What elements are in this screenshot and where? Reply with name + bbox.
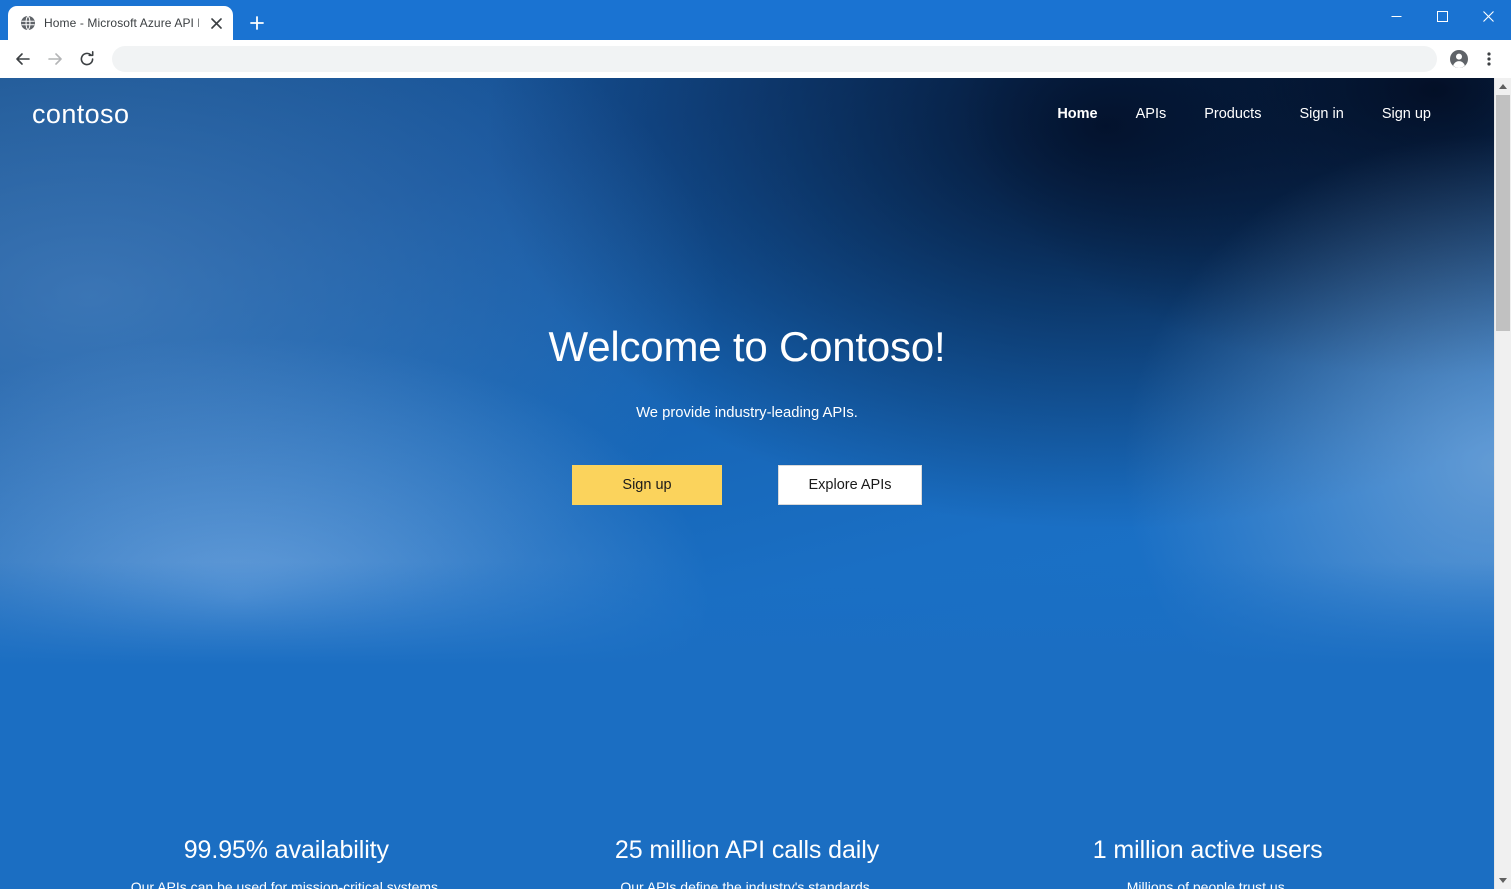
stat-description: Millions of people trust us. xyxy=(1126,879,1289,889)
explore-apis-button[interactable]: Explore APIs xyxy=(778,465,922,506)
contoso-developer-portal: contoso Home APIs Products Sign in Sign … xyxy=(0,78,1494,889)
minimize-button[interactable] xyxy=(1373,0,1419,32)
site-navigation: Home APIs Products Sign in Sign up xyxy=(1038,98,1462,130)
stat-item: 99.95% availability Our APIs can be used… xyxy=(56,836,517,889)
close-icon[interactable] xyxy=(207,14,225,32)
browser-toolbar xyxy=(0,40,1511,78)
nav-link-sign-up[interactable]: Sign up xyxy=(1363,98,1450,130)
stat-description: Our APIs can be used for mission-critica… xyxy=(130,879,442,889)
new-tab-button[interactable] xyxy=(243,9,271,37)
three-dot-menu-icon[interactable] xyxy=(1475,45,1503,73)
scroll-down-icon[interactable] xyxy=(1495,872,1511,889)
nav-link-sign-in[interactable]: Sign in xyxy=(1280,98,1362,130)
page-viewport: contoso Home APIs Products Sign in Sign … xyxy=(0,78,1511,889)
forward-arrow-icon[interactable] xyxy=(40,44,70,74)
vertical-scrollbar[interactable] xyxy=(1494,78,1511,889)
nav-link-home[interactable]: Home xyxy=(1038,98,1116,130)
sign-up-button[interactable]: Sign up xyxy=(572,465,722,506)
tab-strip: Home - Microsoft Azure API Man xyxy=(0,0,1511,40)
hero-title: Welcome to Contoso! xyxy=(548,323,946,370)
stat-title: 25 million API calls daily xyxy=(614,836,880,864)
nav-link-apis[interactable]: APIs xyxy=(1117,98,1186,130)
stat-title: 99.95% availability xyxy=(183,836,389,864)
address-bar[interactable] xyxy=(112,45,1437,72)
site-header: contoso Home APIs Products Sign in Sign … xyxy=(0,78,1494,150)
tab-title: Home - Microsoft Azure API Man xyxy=(44,16,199,30)
hero-subtitle: We provide industry-leading APIs. xyxy=(636,405,858,422)
nav-link-products[interactable]: Products xyxy=(1185,98,1280,130)
window-controls xyxy=(1373,0,1511,40)
stat-item: 1 million active users Millions of peopl… xyxy=(977,836,1438,889)
globe-icon xyxy=(20,15,36,31)
browser-tab[interactable]: Home - Microsoft Azure API Man xyxy=(8,6,233,40)
browser-window: Home - Microsoft Azure API Man xyxy=(0,0,1511,889)
stats-section: 99.95% availability Our APIs can be used… xyxy=(0,836,1494,889)
stat-item: 25 million API calls daily Our APIs defi… xyxy=(517,836,978,889)
close-button[interactable] xyxy=(1465,0,1511,32)
maximize-button[interactable] xyxy=(1419,0,1465,32)
reload-icon[interactable] xyxy=(72,44,102,74)
stat-title: 1 million active users xyxy=(1092,836,1323,864)
stat-description: Our APIs define the industry's standards… xyxy=(620,879,874,889)
hero-actions: Sign up Explore APIs xyxy=(0,465,1494,506)
site-logo[interactable]: contoso xyxy=(32,100,129,128)
profile-avatar-icon[interactable] xyxy=(1445,45,1473,73)
scrollbar-thumb[interactable] xyxy=(1496,95,1510,331)
hero-bottom-fade xyxy=(0,562,1494,682)
scroll-up-icon[interactable] xyxy=(1495,78,1511,95)
back-arrow-icon[interactable] xyxy=(8,44,38,74)
